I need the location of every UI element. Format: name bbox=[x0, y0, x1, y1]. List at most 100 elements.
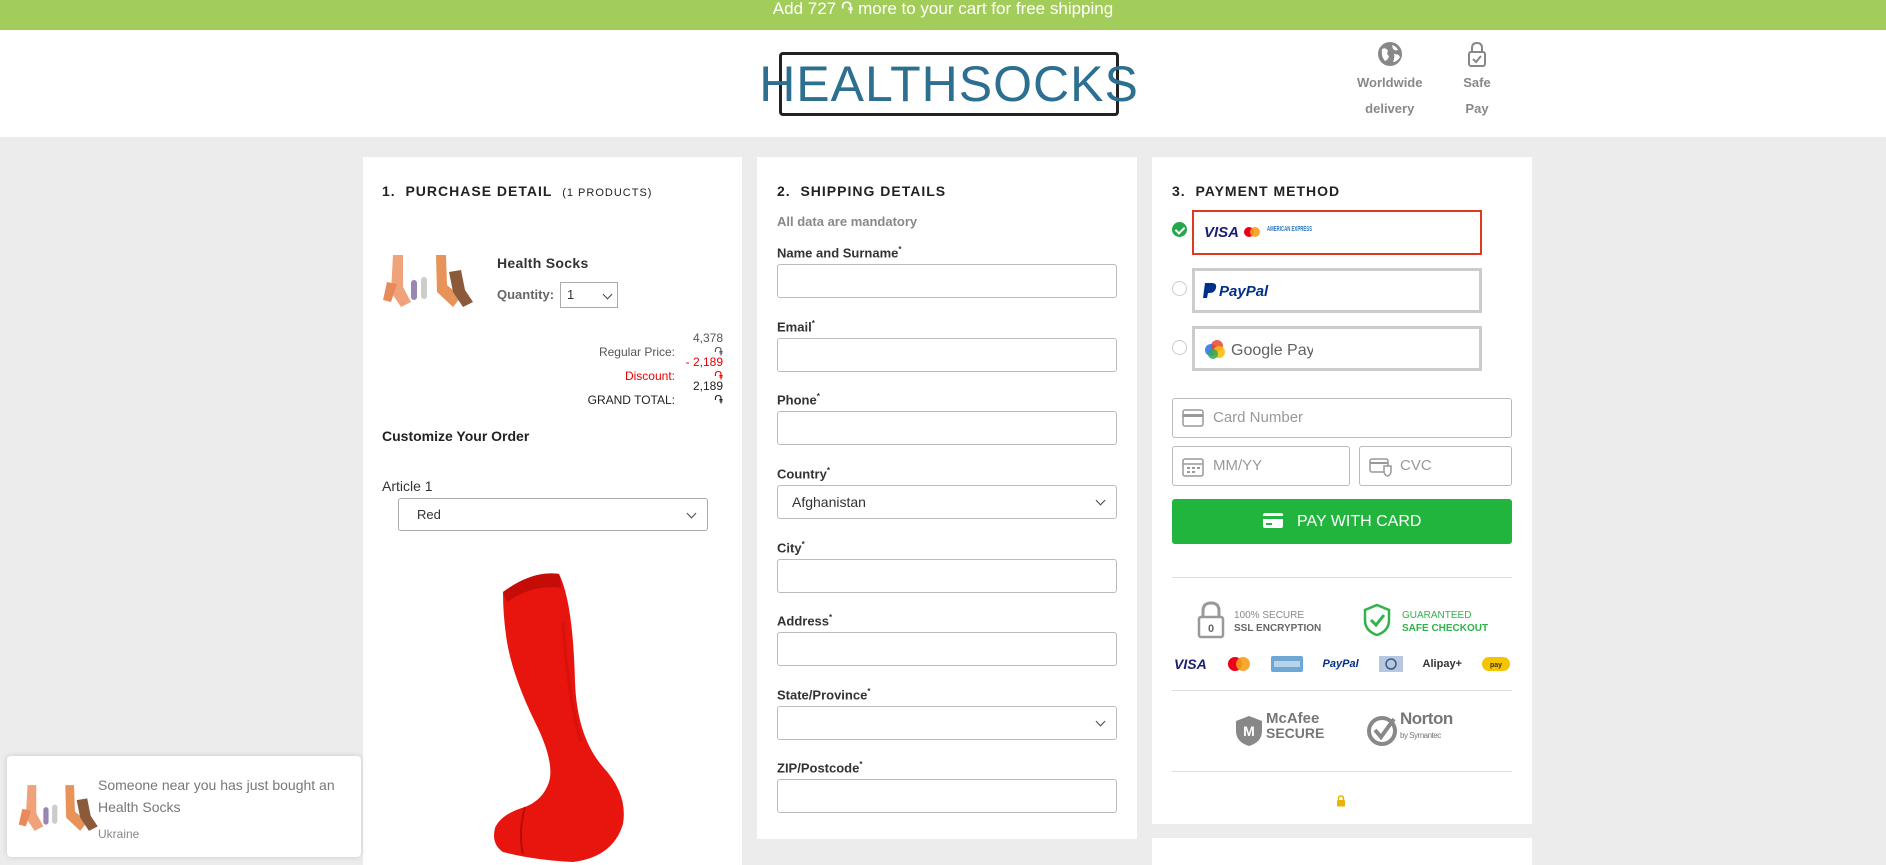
email-label: Email* bbox=[777, 319, 815, 335]
ssl-badge-text: 100% SECURE SSL ENCRYPTION bbox=[1234, 610, 1322, 634]
country-select[interactable]: Afghanistan bbox=[777, 485, 1117, 519]
small-lock-icon bbox=[1337, 795, 1345, 807]
country-label: Country* bbox=[777, 466, 830, 482]
shipping-details-title: 2. SHIPPING DETAILS bbox=[777, 183, 947, 199]
card-payment-option[interactable]: VISA AMERICAN EXPRESS bbox=[1192, 210, 1482, 255]
shipping-details-panel: 2. SHIPPING DETAILS All data are mandato… bbox=[757, 157, 1137, 839]
calendar-icon bbox=[1182, 458, 1204, 477]
logo-text: HEALTHSOCKS bbox=[759, 56, 1139, 112]
paypal-payment-option[interactable]: PayPal bbox=[1192, 268, 1482, 313]
googlepay-payment-option[interactable]: Google Pay bbox=[1192, 326, 1482, 371]
diners-icon bbox=[1378, 656, 1403, 672]
card-radio[interactable] bbox=[1172, 222, 1187, 237]
alipay-pay-icon: pay bbox=[1481, 657, 1510, 671]
safe-label: Safe bbox=[1463, 75, 1491, 90]
paypal-text: PayPal bbox=[1219, 283, 1269, 300]
paypal-small-logo: PayPal bbox=[1322, 658, 1359, 670]
guaranteed-badge-text: GUARANTEED SAFE CHECKOUT bbox=[1402, 610, 1489, 634]
grand-total-label: GRAND TOTAL: bbox=[587, 393, 675, 407]
svg-text:0: 0 bbox=[1208, 623, 1214, 635]
article-color-value: Red bbox=[417, 507, 441, 522]
payment-method-panel: 3. PAYMENT METHOD VISA AMERICAN EXPRESS … bbox=[1152, 157, 1532, 824]
divider bbox=[1172, 690, 1512, 691]
toast-product-thumbnail bbox=[18, 785, 98, 831]
svg-text:M: M bbox=[1243, 723, 1255, 739]
cvc-input[interactable]: CVC bbox=[1359, 446, 1512, 486]
visa-logo: VISA bbox=[1174, 656, 1207, 672]
toast-message: Someone near you has just bought an Heal… bbox=[98, 777, 335, 815]
paypal-logo-icon: PayPal bbox=[1203, 283, 1269, 300]
worldwide-delivery-badge: Worldwide delivery bbox=[1357, 40, 1422, 122]
mandatory-note: All data are mandatory bbox=[777, 214, 918, 229]
country-value: Afghanistan bbox=[792, 494, 866, 510]
divider bbox=[1172, 771, 1512, 772]
shield-check-icon bbox=[1363, 603, 1391, 637]
norton-logo: Norton by Symantec bbox=[1400, 709, 1453, 740]
card-number-input[interactable]: Card Number bbox=[1172, 398, 1512, 438]
purchase-detail-panel: 1. PURCHASE DETAIL (1 PRODUCTS) Health S… bbox=[363, 157, 742, 865]
pay-label: Pay bbox=[1465, 101, 1489, 116]
alipay-logo: Alipay+ bbox=[1422, 658, 1462, 670]
payment-panel-continued bbox=[1152, 838, 1532, 865]
card-icon bbox=[1262, 512, 1283, 528]
svg-text:pay: pay bbox=[1490, 662, 1502, 669]
phone-input[interactable] bbox=[777, 411, 1117, 445]
pay-button-label: PAY WITH CARD bbox=[1297, 513, 1422, 530]
toast-location: Ukraine bbox=[98, 827, 140, 841]
customize-order-title: Customize Your Order bbox=[382, 428, 530, 444]
free-shipping-text: Add 727 ֏ more to your cart for free shi… bbox=[772, 0, 1114, 18]
header: HEALTHSOCKS Worldwide delivery Safe Pay bbox=[0, 30, 1886, 137]
purchase-detail-title: 1. PURCHASE DETAIL (1 PRODUCTS) bbox=[382, 183, 653, 199]
quantity-label: Quantity: bbox=[497, 287, 555, 302]
pay-with-card-button[interactable]: PAY WITH CARD bbox=[1172, 499, 1512, 544]
product-name: Health Socks bbox=[497, 255, 589, 271]
mcafee-shield-icon: M bbox=[1236, 716, 1262, 746]
googlepay-text: Google Pay bbox=[1231, 342, 1313, 359]
amex-icon bbox=[1270, 656, 1303, 672]
chevron-down-icon bbox=[1095, 495, 1106, 506]
grand-total-row: GRAND TOTAL: 2,189 ֏ bbox=[588, 379, 723, 408]
google-pay-logo-icon: Google Pay bbox=[1205, 340, 1313, 359]
visa-text: VISA bbox=[1204, 224, 1239, 241]
credit-card-icon bbox=[1182, 409, 1204, 427]
recent-purchase-toast[interactable]: Someone near you has just bought an Heal… bbox=[7, 756, 361, 857]
city-input[interactable] bbox=[777, 559, 1117, 593]
worldwide-label: Worldwide bbox=[1357, 75, 1423, 90]
lock-icon bbox=[1468, 41, 1486, 67]
zip-label: ZIP/Postcode* bbox=[777, 760, 863, 776]
name-label: Name and Surname* bbox=[777, 245, 902, 261]
card-number-placeholder: Card Number bbox=[1213, 409, 1304, 426]
mcafee-secure-logo: McAfee SECURE bbox=[1266, 710, 1325, 741]
chevron-down-icon bbox=[1095, 716, 1106, 727]
free-shipping-banner: Add 727 ֏ more to your cart for free shi… bbox=[0, 0, 1886, 30]
zip-input[interactable] bbox=[777, 779, 1117, 813]
chevron-down-icon bbox=[686, 508, 697, 519]
mastercard-icon bbox=[1227, 657, 1250, 671]
product-thumbnail bbox=[383, 255, 473, 307]
healthsocks-logo[interactable]: HEALTHSOCKS bbox=[759, 52, 1138, 116]
state-select[interactable] bbox=[777, 706, 1117, 740]
card-shield-icon bbox=[1369, 458, 1392, 477]
expiry-input[interactable]: MM/YY bbox=[1172, 446, 1350, 486]
amex-text: AMERICAN EXPRESS bbox=[1267, 226, 1312, 233]
name-input[interactable] bbox=[777, 264, 1117, 298]
article-color-select[interactable]: Red bbox=[398, 498, 708, 531]
state-label: State/Province* bbox=[777, 687, 871, 703]
googlepay-radio[interactable] bbox=[1172, 340, 1187, 355]
norton-check-icon bbox=[1367, 716, 1397, 746]
email-input[interactable] bbox=[777, 338, 1117, 372]
payment-method-title: 3. PAYMENT METHOD bbox=[1172, 183, 1341, 199]
chevron-down-icon bbox=[602, 289, 613, 300]
quantity-select[interactable]: 1 bbox=[560, 282, 618, 308]
cvc-placeholder: CVC bbox=[1400, 457, 1432, 474]
address-input[interactable] bbox=[777, 632, 1117, 666]
safe-pay-badge: Safe Pay bbox=[1463, 40, 1491, 122]
red-sock-image bbox=[494, 573, 624, 862]
expiry-placeholder: MM/YY bbox=[1213, 457, 1263, 474]
quantity-value: 1 bbox=[567, 287, 575, 302]
delivery-label: delivery bbox=[1365, 101, 1415, 116]
card-brands-icon: VISA AMERICAN EXPRESS bbox=[1204, 224, 1312, 241]
globe-icon bbox=[1377, 42, 1402, 66]
article-label: Article 1 bbox=[382, 478, 433, 494]
paypal-radio[interactable] bbox=[1172, 281, 1187, 296]
